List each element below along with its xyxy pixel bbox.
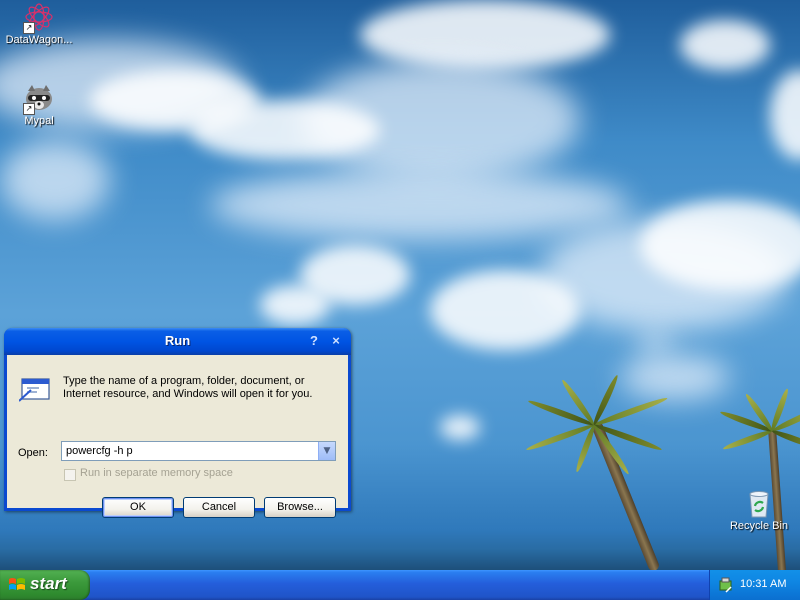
description-line: Internet resource, and Windows will open… (63, 388, 313, 400)
mypal-raccoon-icon: ↗ (23, 83, 55, 115)
palm-tree (520, 370, 680, 570)
start-label: start (30, 574, 67, 593)
browse-button[interactable]: Browse... (264, 497, 336, 518)
ok-button[interactable]: OK (102, 497, 174, 518)
cancel-button[interactable]: Cancel (183, 497, 255, 518)
clock[interactable]: 10:31 AM (740, 578, 786, 590)
run-icon (18, 376, 51, 402)
desktop-icon-label: DataWagon... (5, 34, 73, 46)
open-combobox[interactable]: ▼ (61, 441, 336, 461)
run-dialog: Run ? × Type the name of a program, fold… (4, 328, 351, 518)
window-title: Run (164, 333, 191, 348)
datawagon-icon: ↗ (23, 2, 55, 34)
open-input[interactable] (66, 444, 316, 458)
separate-memory-checkbox (64, 469, 76, 481)
desktop-icon-datawagon[interactable]: ↗ DataWagon... (0, 2, 79, 46)
desktop-icon-label: Mypal (24, 115, 54, 127)
desktop-icon-mypal[interactable]: ↗ Mypal (0, 83, 79, 127)
recycle-bin-icon (743, 488, 775, 520)
separate-memory-label: Run in separate memory space (80, 467, 233, 479)
start-button[interactable]: start (0, 570, 90, 600)
open-label: Open: (18, 447, 48, 459)
run-dialog-body: Type the name of a program, folder, docu… (7, 355, 348, 518)
desktop-icon-recycle-bin[interactable]: Recycle Bin (719, 488, 799, 532)
shortcut-arrow-icon: ↗ (23, 103, 35, 115)
close-button[interactable]: × (328, 333, 344, 349)
run-titlebar[interactable]: Run ? × (4, 328, 351, 355)
chevron-down-icon[interactable]: ▼ (318, 442, 335, 460)
taskbar: start 10:31 AM (0, 570, 800, 600)
shortcut-arrow-icon: ↗ (23, 22, 35, 34)
system-tray: 10:31 AM (709, 570, 800, 600)
help-button[interactable]: ? (306, 333, 322, 349)
windows-logo-icon (8, 576, 26, 594)
desktop-icon-label: Recycle Bin (729, 520, 789, 532)
safely-remove-hardware-icon[interactable] (718, 577, 734, 593)
palm-tree (710, 380, 800, 570)
description-line: Type the name of a program, folder, docu… (63, 375, 305, 387)
